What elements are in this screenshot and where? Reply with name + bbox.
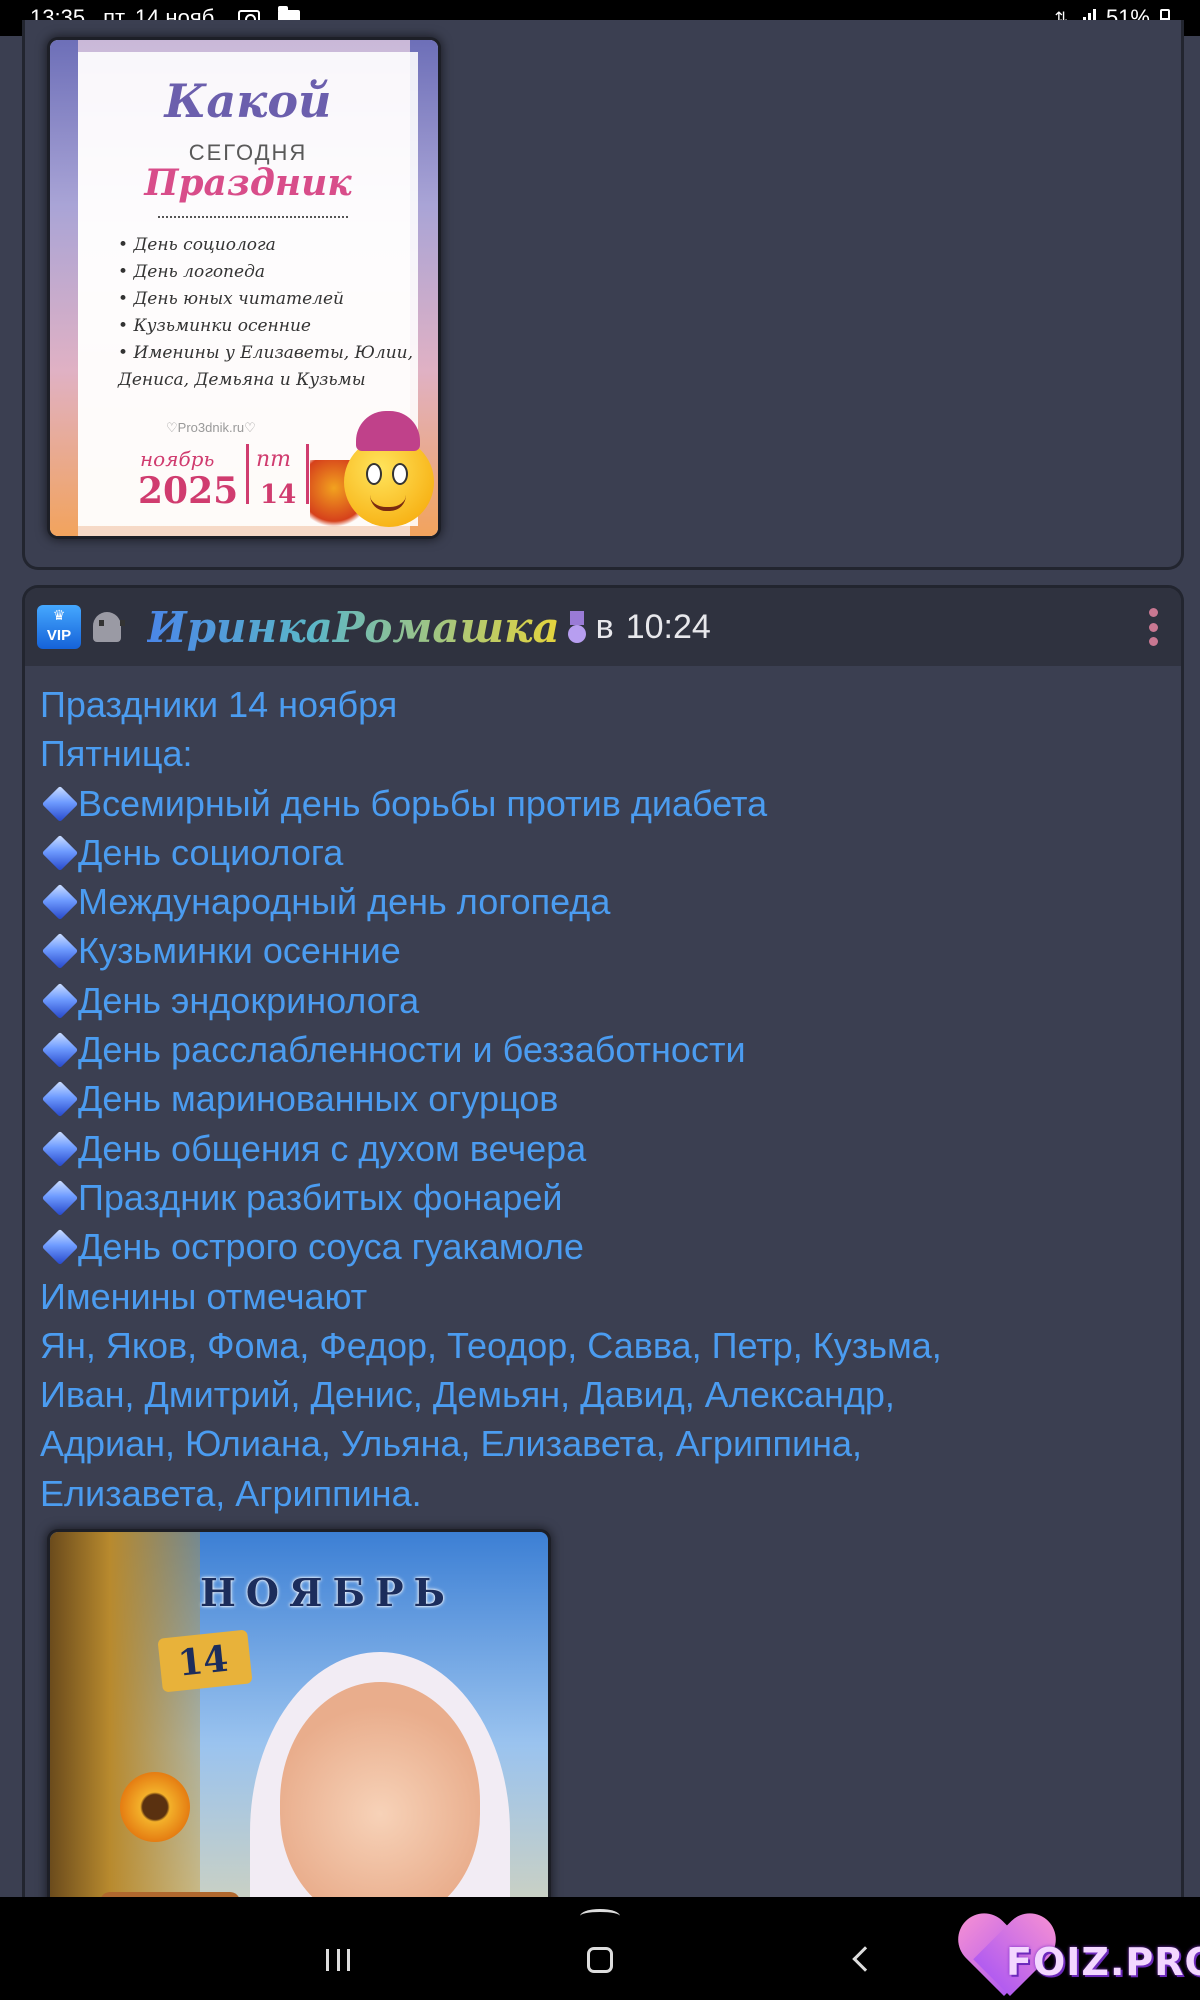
holiday-image-item: Кузьминки осенние [118, 313, 418, 340]
blue-diamond-icon [41, 834, 79, 871]
child-face [280, 1682, 480, 1922]
post-header: VIP ИринкаРомашка в 10:24 [25, 588, 1181, 666]
holiday-item: День маринованных огурцов [40, 1074, 1170, 1123]
image-year: 2025 [138, 470, 239, 512]
ghost-icon [93, 612, 125, 642]
blue-diamond-icon [41, 1130, 79, 1167]
holiday-item: Всемирный день борьбы против диабета [40, 779, 1170, 828]
image-watermark: ♡Pro3dnik.ru♡ [166, 420, 256, 435]
image-weekday: пт [256, 447, 292, 472]
post-body: Праздники 14 ноября Пятница: Всемирный д… [40, 680, 1170, 1518]
holiday-item: День общения с духом вечера [40, 1124, 1170, 1173]
holiday-image-item: День логопеда [118, 259, 418, 286]
image-month-title: НОЯБРЬ [200, 1570, 455, 1615]
blue-diamond-icon [41, 1031, 79, 1069]
image-border-left [50, 40, 78, 536]
post-time-prefix: в [595, 607, 614, 646]
ornament-divider [158, 216, 348, 218]
holiday-image-item: Именины у Елизаветы, Юлии, Дениса, Демья… [118, 340, 418, 394]
blue-diamond-icon [41, 982, 79, 1019]
post-author[interactable]: ИринкаРомашка [147, 603, 560, 652]
holiday-item: День социолога [40, 828, 1170, 877]
names-line: Иван, Дмитрий, Денис, Демьян, Давид, Але… [40, 1374, 895, 1416]
holiday-image-item: День юных читателей [118, 286, 418, 313]
holiday-item: День острого соуса гуакамоле [40, 1222, 1170, 1271]
names-line: Адриан, Юлиана, Ульяна, Елизавета, Агрип… [40, 1423, 863, 1465]
names-line: Елизавета, Агриппина. [40, 1472, 422, 1514]
blue-diamond-icon [41, 1229, 79, 1266]
blue-diamond-icon [41, 1081, 79, 1118]
date-separator [306, 444, 309, 504]
holiday-item: День эндокринолога [40, 976, 1170, 1025]
medal-icon [567, 611, 586, 643]
blue-diamond-icon [41, 933, 79, 970]
blue-diamond-icon [41, 785, 79, 822]
home-button[interactable] [587, 1947, 613, 1973]
smiley-icon [344, 411, 434, 527]
sunflower [120, 1772, 190, 1842]
date-separator [246, 444, 249, 504]
holiday-item: Международный день логопеда [40, 877, 1170, 926]
holiday-image-item: День социолога [118, 232, 418, 259]
chevron-up-icon[interactable] [580, 1909, 620, 1923]
names-line: Ян, Яков, Фома, Федор, Теодор, Савва, Пе… [40, 1324, 942, 1366]
holiday-item: Праздник разбитых фонарей [40, 1173, 1170, 1222]
blue-diamond-icon [41, 884, 79, 921]
recent-apps-button[interactable] [326, 1949, 350, 1971]
holiday-image[interactable]: Какой СЕГОДНЯ Праздник День социолога Де… [50, 40, 438, 536]
names-heading: Именины отмечают [40, 1275, 368, 1317]
holiday-image-list: День социолога День логопеда День юных ч… [118, 232, 418, 394]
holiday-title-1: Какой [164, 74, 332, 128]
watermark-logo: FOIZ.PRO [958, 1916, 1200, 2000]
holiday-title-3: Праздник [144, 162, 352, 204]
holiday-item: Кузьминки осенние [40, 926, 1170, 975]
watermark-text: FOIZ.PRO [1006, 1940, 1200, 1984]
holiday-card-paper: Какой СЕГОДНЯ Праздник День социолога Де… [78, 52, 434, 530]
image-month: ноябрь [140, 447, 215, 471]
more-menu-icon[interactable] [1149, 608, 1159, 646]
image-day-plate: 14 [157, 1629, 253, 1693]
vip-badge-icon[interactable]: VIP [37, 605, 81, 649]
blue-diamond-icon [41, 1179, 79, 1217]
holiday-item: День расслабленности и беззаботности [40, 1025, 1170, 1074]
back-button[interactable] [852, 1946, 878, 1972]
post-time: 10:24 [625, 607, 711, 646]
post-title: Праздники 14 ноября [40, 684, 398, 725]
image-day: 14 [260, 480, 297, 510]
post-weekday: Пятница: [40, 733, 193, 775]
